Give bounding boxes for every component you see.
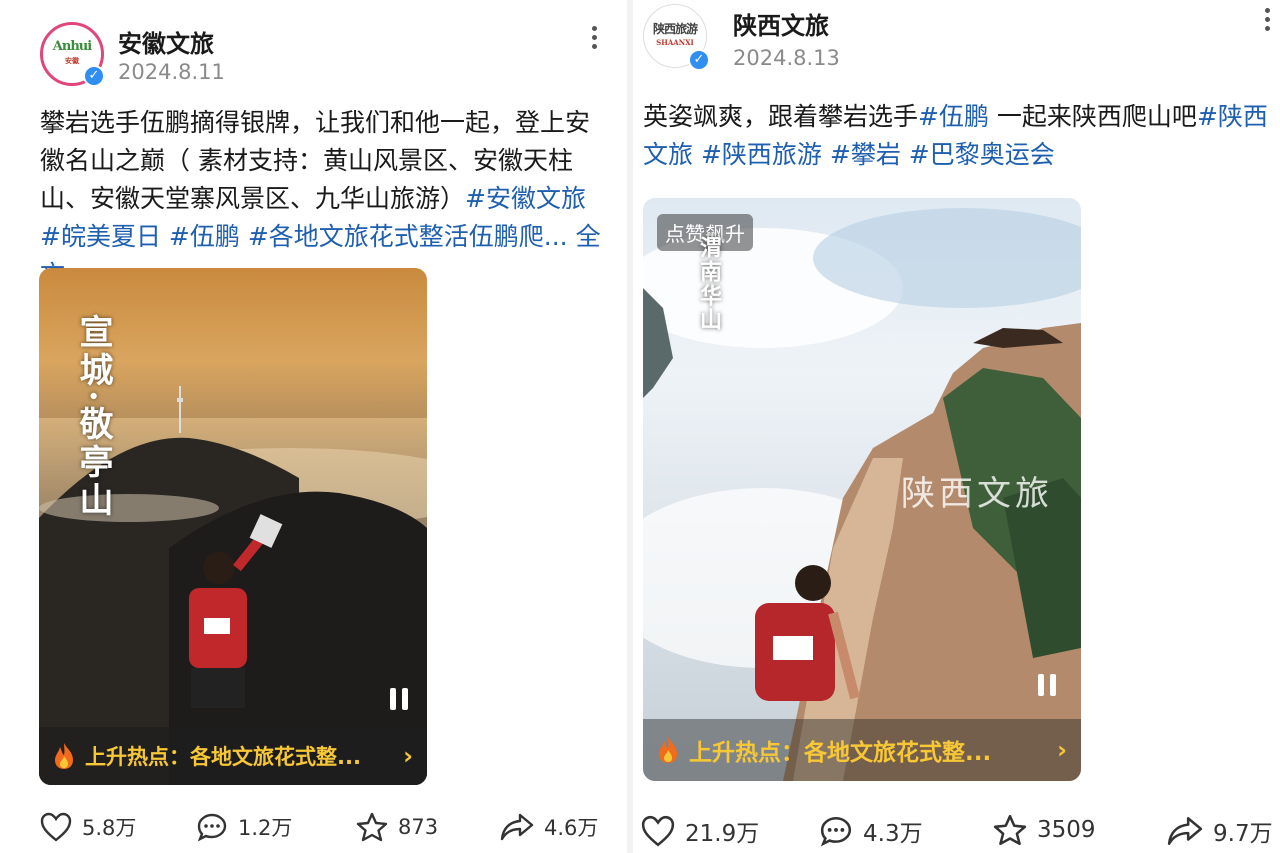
pause-icon[interactable] [390,688,408,710]
flame-icon [659,737,677,763]
like-count: 5.8万 [82,816,137,840]
share-icon [500,813,534,841]
favorite-count: 3509 [1037,817,1096,843]
favorite-button[interactable]: 873 [356,812,438,842]
location-caption: 宣城·敬亭山 [73,314,113,520]
comment-count: 1.2万 [238,816,293,840]
action-bar: 21.9万 4.3万 3509 9.7万 [633,814,1280,853]
avatar-logo: Anhui 安徽 [52,39,92,66]
share-button[interactable]: 9.7万 [1167,814,1273,848]
pause-icon[interactable] [1038,674,1056,696]
brand-watermark: 陕西文旅 [901,474,1053,514]
star-icon [993,814,1027,846]
share-count: 4.6万 [544,816,599,840]
hashtag[interactable]: #皖美夏日 [40,222,161,251]
post-text: 英姿飒爽，跟着攀岩选手#伍鹏 一起来陕西爬山吧#陕西文旅 #陕西旅游 #攀岩 #… [643,98,1280,174]
hashtag[interactable]: #巴黎奥运会 [909,140,1055,169]
heart-icon [641,815,675,847]
post-date: 2024.8.13 [733,46,840,70]
like-count: 21.9万 [685,821,760,847]
verified-icon: ✓ [688,49,710,71]
hot-topic-bar[interactable]: 上升热点：各地文旅花式整... › [643,719,1081,781]
hashtag[interactable]: #安徽文旅 [465,184,586,213]
favorite-count: 873 [398,815,439,839]
flame-icon [55,743,73,769]
hashtag[interactable]: #陕西旅游 [701,140,822,169]
avatar[interactable]: Anhui 安徽 ✓ [40,22,105,87]
share-icon [1167,817,1203,845]
share-button[interactable]: 4.6万 [500,812,598,842]
post-card-shaanxi: 陕西旅游 SHAANXI ✓ 陕西文旅 2024.8.13 英姿飒爽，跟着攀岩选… [633,0,1280,853]
favorite-button[interactable]: 3509 [993,814,1096,846]
verified-icon: ✓ [83,65,105,87]
hashtag[interactable]: #攀岩 [830,140,901,169]
hot-topic-bar[interactable]: 上升热点：各地文旅花式整... › [39,727,427,785]
post-card-anhui: Anhui 安徽 ✓ 安徽文旅 2024.8.11 攀岩选手伍鹏摘得银牌，让我们… [0,0,627,853]
account-name[interactable]: 陕西文旅 [733,6,829,41]
hashtag[interactable]: #伍鹏 [918,102,989,131]
comment-icon [820,816,852,847]
chevron-right-icon: › [1057,736,1067,764]
comment-button[interactable]: 4.3万 [819,814,923,848]
chevron-right-icon: › [403,742,413,770]
hashtag[interactable]: #各地文旅花式整活伍鹏爬... [248,222,568,251]
post-body: 英姿飒爽，跟着攀岩选手 [643,102,919,131]
comment-count: 4.3万 [863,821,923,847]
hashtag[interactable]: #伍鹏 [169,222,240,251]
heart-icon [40,812,72,842]
comment-icon [197,813,227,842]
like-button[interactable]: 5.8万 [40,812,136,842]
share-count: 9.7万 [1213,821,1273,847]
video-player[interactable]: 宣城·敬亭山 上升热点：各地文旅花式整... › [39,268,427,785]
post-text: 攀岩选手伍鹏摘得银牌，让我们和他一起，登上安徽名山之巅（ 素材支持：黄山风景区、… [40,104,610,294]
avatar[interactable]: 陕西旅游 SHAANXI ✓ [643,4,710,71]
post-body-mid: 一起来陕西爬山吧 [996,102,1197,131]
comment-button[interactable]: 1.2万 [196,812,292,842]
video-player[interactable]: 点赞飙升 渭南华山 陕西文旅 上升热点：各地文旅花式整... › [643,198,1081,781]
more-icon[interactable] [1265,8,1271,31]
star-icon [356,812,388,842]
account-name[interactable]: 安徽文旅 [118,24,214,59]
hot-topic-text: 上升热点：各地文旅花式整... [689,740,992,766]
location-caption: 渭南华山 [696,236,722,332]
avatar-logo: 陕西旅游 SHAANXI [652,22,698,47]
more-icon[interactable] [592,26,598,49]
action-bar: 5.8万 1.2万 873 4.6万 [0,812,627,852]
hot-topic-text: 上升热点：各地文旅花式整... [85,745,361,769]
post-date: 2024.8.11 [118,60,225,84]
like-button[interactable]: 21.9万 [641,814,759,848]
